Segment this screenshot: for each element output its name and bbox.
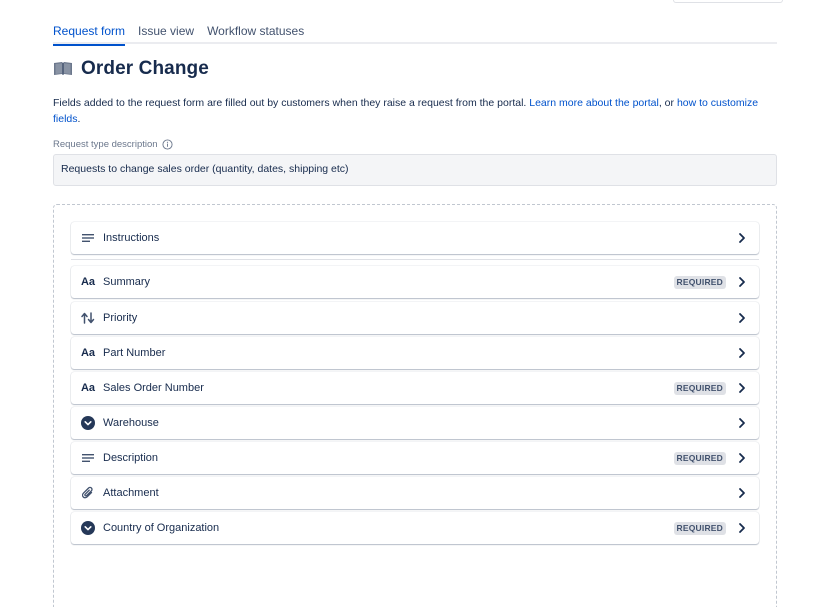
chevron-right-icon[interactable] — [736, 417, 748, 429]
required-badge: REQUIRED — [673, 275, 726, 289]
chevron-right-icon[interactable] — [736, 347, 748, 359]
intro-text-before: Fields added to the request form are fil… — [53, 97, 530, 109]
chevron-right-icon[interactable] — [736, 522, 748, 534]
request-type-description-field[interactable]: Requests to change sales order (quantity… — [53, 154, 777, 186]
lines-icon — [80, 450, 96, 466]
page-title: Order Change — [81, 58, 209, 79]
chevron-right-icon[interactable] — [736, 312, 748, 324]
required-badge: REQUIRED — [673, 521, 726, 535]
description-label: Request type description — [53, 139, 158, 150]
chevron-right-icon[interactable] — [736, 276, 748, 288]
field-row[interactable]: Description REQUIRED — [71, 442, 759, 474]
intro-text-between: , or — [658, 97, 677, 109]
paperclip-icon — [80, 485, 96, 501]
top-toolbar-stub — [673, 0, 783, 3]
description-label-row: Request type description — [53, 139, 173, 150]
field-label: Priority — [103, 312, 138, 324]
priority-arrows-icon — [80, 310, 96, 326]
dropdown-circle-icon — [80, 415, 96, 431]
field-row[interactable]: Priority — [71, 302, 759, 334]
field-label: Part Number — [103, 347, 166, 359]
intro-text: Fields added to the request form are fil… — [53, 96, 777, 127]
field-row[interactable]: Instructions — [71, 222, 759, 254]
chevron-right-icon[interactable] — [736, 487, 748, 499]
field-row[interactable]: Country of Organization REQUIRED — [71, 512, 759, 544]
field-label: Warehouse — [103, 417, 159, 429]
learn-more-portal-link[interactable]: Learn more about the portal — [529, 97, 659, 109]
text-icon: Aa — [80, 276, 96, 288]
field-label: Attachment — [103, 487, 159, 499]
tab-workflow-statuses[interactable]: Workflow statuses — [207, 22, 304, 44]
dropdown-circle-icon — [80, 520, 96, 536]
field-row[interactable]: Aa Summary REQUIRED — [71, 266, 759, 298]
text-icon: Aa — [80, 347, 96, 359]
field-row[interactable]: Aa Sales Order Number REQUIRED — [71, 372, 759, 404]
text-icon: Aa — [80, 382, 96, 394]
book-icon — [54, 62, 72, 75]
required-badge: REQUIRED — [673, 451, 726, 465]
tab-issue-view[interactable]: Issue view — [138, 22, 194, 44]
page-header: Order Change — [53, 58, 209, 80]
field-label: Description — [103, 452, 159, 464]
form-fields-dropzone — [53, 204, 777, 607]
tab-bar: Request form Issue view Workflow statuse… — [53, 22, 777, 46]
field-label: Summary — [103, 276, 151, 288]
field-row[interactable]: Aa Part Number — [71, 337, 759, 369]
info-icon[interactable] — [162, 139, 173, 150]
intro-text-after: . — [77, 112, 81, 125]
field-label: Instructions — [103, 232, 160, 244]
lines-icon — [80, 230, 96, 246]
field-label: Sales Order Number — [103, 382, 204, 394]
chevron-right-icon[interactable] — [736, 232, 748, 244]
chevron-right-icon[interactable] — [736, 382, 748, 394]
divider — [71, 259, 759, 260]
field-row[interactable]: Attachment — [71, 477, 759, 509]
tab-request-form[interactable]: Request form — [53, 22, 126, 46]
chevron-right-icon[interactable] — [736, 452, 748, 464]
field-label: Country of Organization — [103, 522, 220, 534]
field-row[interactable]: Warehouse — [71, 407, 759, 439]
required-badge: REQUIRED — [673, 381, 726, 395]
